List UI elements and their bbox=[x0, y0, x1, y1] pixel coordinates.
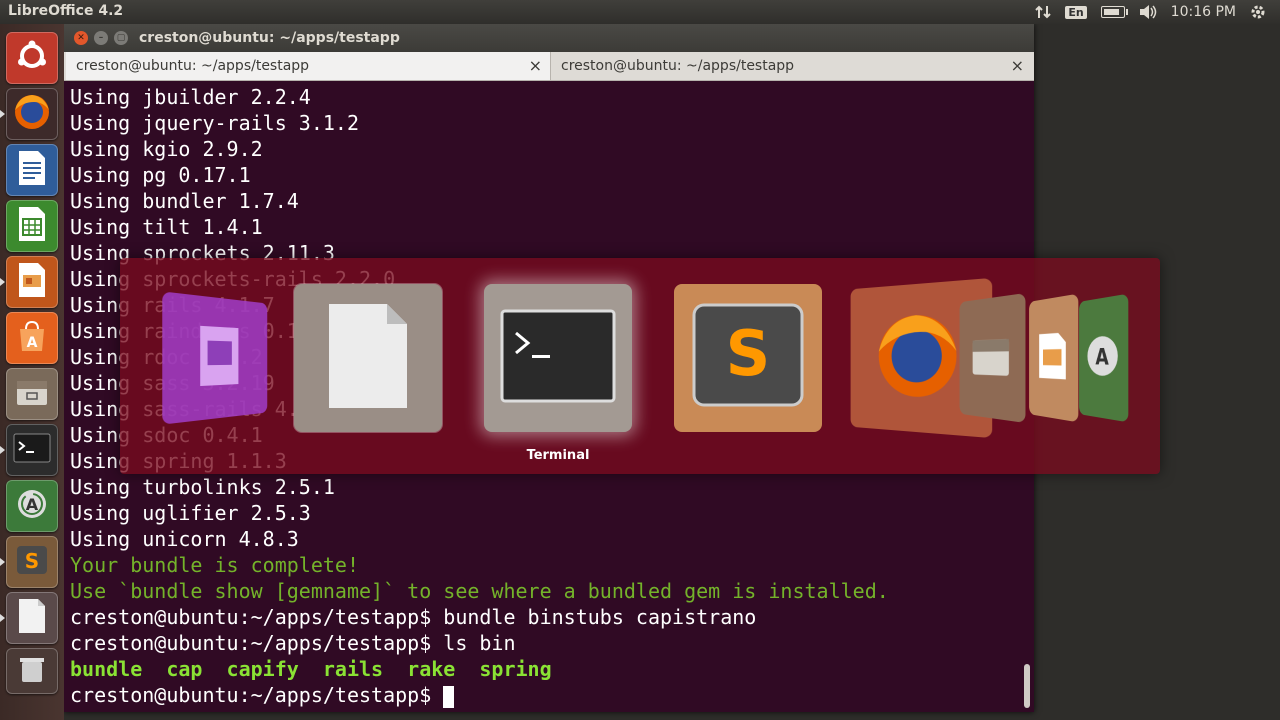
terminal-line: Use `bundle show [gemname]` to see where… bbox=[70, 579, 889, 603]
scrollbar[interactable] bbox=[1024, 664, 1030, 708]
launcher-item-dash[interactable] bbox=[6, 32, 58, 84]
terminal-line: Using kgio 2.9.2 bbox=[70, 137, 263, 161]
launcher-item-software-center[interactable]: A bbox=[6, 312, 58, 364]
terminal-line: creston@ubuntu:~/apps/testapp$ bundle bi… bbox=[70, 605, 757, 629]
network-icon[interactable] bbox=[1035, 4, 1052, 20]
app-switcher: S A Terminal bbox=[120, 258, 1160, 474]
software-updater-icon: A bbox=[15, 487, 49, 525]
terminal-line: Using jquery-rails 3.1.2 bbox=[70, 111, 359, 135]
launcher-item-updater[interactable]: A bbox=[6, 480, 58, 532]
active-app-title: LibreOffice 4.2 bbox=[8, 3, 124, 19]
terminal-line: Using jbuilder 2.2.4 bbox=[70, 85, 311, 109]
volume-icon[interactable] bbox=[1139, 4, 1157, 20]
switcher-item-updater[interactable]: A bbox=[1079, 293, 1129, 423]
ubuntu-software-center-icon: A bbox=[15, 319, 49, 357]
launcher-item-sublime[interactable]: S bbox=[0, 536, 58, 588]
terminal-line: Using tilt 1.4.1 bbox=[70, 215, 263, 239]
launcher: A A S bbox=[0, 24, 64, 720]
sublime-text-icon: S bbox=[690, 301, 806, 415]
launcher-item-terminal[interactable] bbox=[0, 424, 58, 476]
terminal-line: Your bundle is complete! bbox=[70, 553, 359, 577]
close-window-button[interactable]: ✕ bbox=[74, 31, 88, 45]
clock[interactable]: 10:16 PM bbox=[1171, 4, 1236, 20]
text-cursor bbox=[443, 685, 455, 708]
indicator-area: En 10:16 PM bbox=[1035, 0, 1280, 24]
libreoffice-writer-icon bbox=[17, 150, 47, 190]
terminal-line: creston@ubuntu:~/apps/testapp$ ls bin bbox=[70, 631, 516, 655]
tab-label: creston@ubuntu: ~/apps/testapp bbox=[561, 58, 795, 74]
tab-terminal-2[interactable]: creston@ubuntu: ~/apps/testapp × bbox=[551, 52, 1032, 80]
terminal-line: Using bundler 1.7.4 bbox=[70, 189, 299, 213]
svg-text:S: S bbox=[726, 317, 771, 390]
close-tab-icon[interactable]: × bbox=[1011, 56, 1024, 75]
libreoffice-icon bbox=[17, 598, 47, 638]
svg-text:A: A bbox=[27, 335, 38, 351]
launcher-item-impress[interactable] bbox=[0, 256, 58, 308]
files-icon bbox=[970, 330, 1011, 387]
terminal-line: bundle cap capify rails rake spring bbox=[70, 657, 552, 681]
trash-icon bbox=[17, 654, 47, 688]
svg-text:A: A bbox=[26, 495, 39, 514]
ubuntu-dash-icon bbox=[15, 39, 49, 77]
software-updater-icon: A bbox=[1085, 331, 1122, 386]
switcher-item-libreoffice[interactable] bbox=[294, 284, 442, 432]
close-tab-icon[interactable]: × bbox=[529, 56, 542, 75]
window-title: creston@ubuntu: ~/apps/testapp bbox=[139, 30, 400, 46]
tab-label: creston@ubuntu: ~/apps/testapp bbox=[76, 58, 310, 74]
launcher-item-firefox[interactable] bbox=[0, 88, 58, 140]
firefox-icon bbox=[12, 92, 52, 136]
minimize-window-button[interactable]: – bbox=[94, 31, 108, 45]
svg-text:A: A bbox=[1095, 343, 1109, 370]
switcher-item-files[interactable] bbox=[959, 293, 1026, 423]
top-panel: LibreOffice 4.2 En 10:16 PM bbox=[0, 0, 1280, 24]
launcher-item-writer[interactable] bbox=[6, 144, 58, 196]
tab-bar: creston@ubuntu: ~/apps/testapp × creston… bbox=[64, 52, 1034, 81]
files-icon bbox=[15, 377, 49, 411]
terminal-line: Using unicorn 4.8.3 bbox=[70, 527, 299, 551]
switcher-item-terminal[interactable] bbox=[484, 284, 632, 432]
libreoffice-icon bbox=[323, 300, 413, 416]
window-title-bar[interactable]: ✕ – ▢ creston@ubuntu: ~/apps/testapp bbox=[64, 24, 1034, 52]
maximize-window-button[interactable]: ▢ bbox=[114, 31, 128, 45]
launcher-item-libreoffice[interactable] bbox=[0, 592, 58, 644]
terminal-icon bbox=[500, 309, 616, 407]
switcher-item-impress[interactable] bbox=[162, 291, 268, 425]
firefox-icon bbox=[873, 305, 965, 410]
gear-icon[interactable] bbox=[1250, 4, 1266, 20]
libreoffice-calc-icon bbox=[17, 206, 47, 246]
terminal-prompt-line: creston@ubuntu:~/apps/testapp$ bbox=[70, 682, 455, 708]
prompt-text: creston@ubuntu:~/apps/testapp$ bbox=[70, 683, 444, 707]
launcher-item-trash[interactable] bbox=[6, 648, 58, 694]
keyboard-layout-indicator[interactable]: En bbox=[1065, 5, 1087, 19]
tab-terminal-1[interactable]: creston@ubuntu: ~/apps/testapp × bbox=[66, 52, 551, 80]
terminal-line: Using turbolinks 2.5.1 bbox=[70, 475, 335, 499]
launcher-item-calc[interactable] bbox=[6, 200, 58, 252]
sublime-text-icon: S bbox=[14, 543, 50, 581]
svg-text:S: S bbox=[25, 549, 39, 573]
libreoffice-impress-icon bbox=[193, 319, 245, 397]
launcher-item-files[interactable] bbox=[6, 368, 58, 420]
switcher-item-impress-2[interactable] bbox=[1029, 293, 1079, 423]
terminal-icon bbox=[13, 433, 51, 467]
libreoffice-impress-icon bbox=[17, 262, 47, 302]
switcher-item-sublime[interactable]: S bbox=[674, 284, 822, 432]
switcher-selected-label: Terminal bbox=[526, 448, 590, 463]
battery-icon[interactable] bbox=[1100, 6, 1128, 18]
terminal-line: Using uglifier 2.5.3 bbox=[70, 501, 311, 525]
terminal-line: Using pg 0.17.1 bbox=[70, 163, 251, 187]
libreoffice-impress-icon bbox=[1037, 330, 1068, 386]
